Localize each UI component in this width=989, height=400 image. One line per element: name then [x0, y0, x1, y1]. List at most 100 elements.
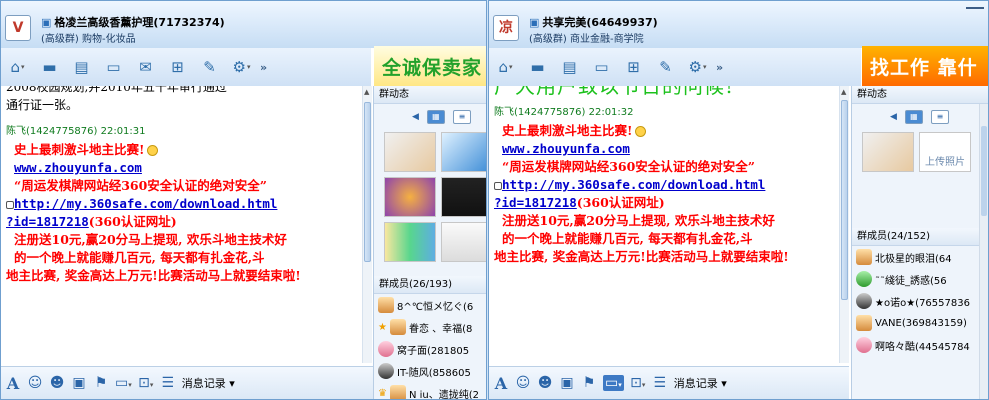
prev-icon[interactable]: ◀ [890, 112, 897, 122]
member-item[interactable]: 啊咯々酷(44545784 [852, 334, 988, 356]
message-line: 的一个晚上就能赚几百元, 每天都有扎金花,斗 [14, 250, 265, 265]
photo-tab[interactable]: ▦ [426, 110, 445, 124]
upload-photo-button[interactable]: 上传照片 [919, 132, 971, 172]
history-button[interactable]: 消息记录 ▾ [674, 375, 727, 391]
photo-thumbnail[interactable] [441, 177, 486, 217]
screenshot-icon[interactable]: ▭▾ [603, 375, 624, 391]
tools-icon[interactable]: ✎ [196, 54, 223, 81]
minimize-icon[interactable] [966, 7, 984, 11]
member-item[interactable]: ★o诺o★(76557836 [852, 290, 988, 312]
message-line: 史上最刺激斗地主比赛! [6, 141, 357, 159]
member-item[interactable]: VANE(369843159) [852, 312, 988, 334]
file-icon[interactable]: ▤ [68, 54, 95, 81]
member-scrollbar[interactable] [979, 104, 988, 399]
photo-thumbnail[interactable] [384, 222, 436, 262]
scroll-thumb[interactable] [841, 100, 848, 300]
group-dynamics-header: 群动态 [852, 86, 988, 104]
mail-icon[interactable]: ✉ [132, 54, 159, 81]
scroll-thumb[interactable] [981, 126, 987, 216]
chat-icon[interactable]: ⊞ [164, 54, 191, 81]
scroll-up-icon[interactable]: ▲ [364, 88, 369, 96]
dynamics-tabs: ◀ ▦ ≡ [374, 104, 486, 130]
members-header: 群成员(26/193) [374, 276, 486, 294]
member-item[interactable]: ♛ N iu、遗拢纯(2 [374, 382, 486, 399]
title-bar[interactable]: 凉 ▣ 共享完美(64649937) (高级群) 商业金融-商学院 [489, 1, 988, 48]
banner-ad[interactable]: 全诚保卖家 [374, 46, 486, 86]
avatar [856, 337, 872, 353]
member-item[interactable]: ˜˜綫徒_誘惑(56 [852, 268, 988, 290]
member-item[interactable]: 窝子面(281805 [374, 338, 486, 360]
member-item[interactable]: ★ 眷恋 、幸福(8 [374, 316, 486, 338]
photo-thumbnail[interactable] [384, 132, 436, 172]
home-icon[interactable]: ⌂ ▾ [4, 54, 31, 81]
photo-thumbnail[interactable] [384, 177, 436, 217]
folder-icon[interactable]: ▬ [36, 54, 63, 81]
more-toolbar-icon[interactable]: » [716, 61, 723, 74]
group-avatar[interactable]: V [5, 15, 31, 41]
avatar [856, 249, 872, 265]
member-item[interactable]: 8^℃恒メ忆ぐ(6 [374, 294, 486, 316]
prev-icon[interactable]: ◀ [412, 112, 419, 122]
window-icon[interactable]: ▭ [100, 54, 127, 81]
photo-thumbnail[interactable] [862, 132, 914, 172]
message-link[interactable]: www.zhouyunfa.com [6, 159, 357, 177]
members-header: 群成员(24/152) [852, 228, 988, 246]
chat-window-2: 凉 ▣ 共享完美(64649937) (高级群) 商业金融-商学院 ⌂ ▾ ▬ ▤ … [488, 0, 989, 400]
tools-icon[interactable]: ✎ [652, 54, 679, 81]
face-icon[interactable]: ☻ [537, 375, 553, 391]
send-file-icon[interactable]: ⚑ [93, 375, 109, 391]
group-avatar[interactable]: 凉 [493, 15, 519, 41]
more-icon[interactable]: ⊡▾ [138, 375, 154, 391]
settings-icon[interactable]: ⚙ ▾ [228, 54, 255, 81]
member-item[interactable]: 北极星的眼泪(64 [852, 246, 988, 268]
more-toolbar-icon[interactable]: » [260, 61, 267, 74]
emoticon-icon [146, 145, 158, 156]
message-line: 史上最刺激斗地主比赛! [494, 122, 833, 140]
window-title: ▣ 共享完美(64649937) [529, 16, 658, 29]
banner-ad[interactable]: 找工作 靠什 [862, 46, 988, 86]
send-file-icon[interactable]: ⚑ [581, 375, 597, 391]
home-icon[interactable]: ⌂ ▾ [492, 54, 519, 81]
smiley-icon[interactable]: ☺ [515, 375, 531, 391]
smiley-icon[interactable]: ☺ [27, 375, 43, 391]
member-item[interactable]: IT-随风(858605 [374, 360, 486, 382]
scroll-up-icon[interactable]: ▲ [841, 88, 846, 96]
settings-icon[interactable]: ⚙ ▾ [684, 54, 711, 81]
history-icon[interactable]: ☰ [160, 375, 176, 391]
message-link[interactable]: http://my.360safe.com/download.html [6, 195, 357, 213]
chat-history: 2008校园规划,并2010年五十年审行通过 通行证一张。 陈飞(1424775… [1, 86, 361, 363]
message-line: ?id=1817218(360认证网址) [494, 195, 665, 210]
picture-icon[interactable]: ▣ [71, 375, 87, 391]
photo-tab[interactable]: ▦ [904, 110, 923, 124]
chat-scrollbar[interactable]: ▲ [362, 86, 372, 363]
more-icon[interactable]: ⊡▾ [630, 375, 646, 391]
history-button[interactable]: 消息记录 ▾ [182, 375, 235, 391]
file-icon[interactable]: ▤ [556, 54, 583, 81]
font-icon[interactable]: A [5, 374, 21, 393]
avatar [856, 271, 872, 287]
message-line: 的一个晚上就能赚几百元, 每天都有扎金花,斗 [502, 231, 753, 246]
message-link[interactable]: www.zhouyunfa.com [494, 140, 833, 158]
chat-history: 广大用户致以节日的问候! 陈飞(1424775876) 22:01:32 史上最… [489, 86, 837, 363]
chat-icon[interactable]: ⊞ [620, 54, 647, 81]
picture-icon[interactable]: ▣ [559, 375, 575, 391]
photo-thumbnail[interactable] [441, 222, 486, 262]
font-icon[interactable]: A [493, 374, 509, 393]
scroll-thumb[interactable] [364, 102, 371, 262]
previous-message: 广大用户致以节日的问候! [494, 86, 735, 98]
window-icon[interactable]: ▭ [588, 54, 615, 81]
message-sender: 陈飞(1424775876) 22:01:31 [6, 126, 146, 137]
title-bar[interactable]: V ▣ 格凌兰高级香薰护理(71732374) (高级群) 购物-化妆品 [1, 1, 486, 48]
message-line: “周运发棋牌网站经360安全认证的绝对安全” [502, 159, 755, 174]
list-tab[interactable]: ≡ [452, 110, 471, 124]
chat-scrollbar[interactable]: ▲ [839, 86, 849, 363]
history-icon[interactable]: ☰ [652, 375, 668, 391]
message-link[interactable]: http://my.360safe.com/download.html [494, 176, 833, 194]
message-line: “周运发棋牌网站经360安全认证的绝对安全” [14, 178, 267, 193]
folder-icon[interactable]: ▬ [524, 54, 551, 81]
screenshot-icon[interactable]: ▭▾ [115, 375, 132, 391]
photo-thumbnail[interactable] [441, 132, 486, 172]
list-tab[interactable]: ≡ [930, 110, 949, 124]
group-icon: ▣ [41, 16, 52, 29]
face-icon[interactable]: ☻ [49, 375, 65, 391]
